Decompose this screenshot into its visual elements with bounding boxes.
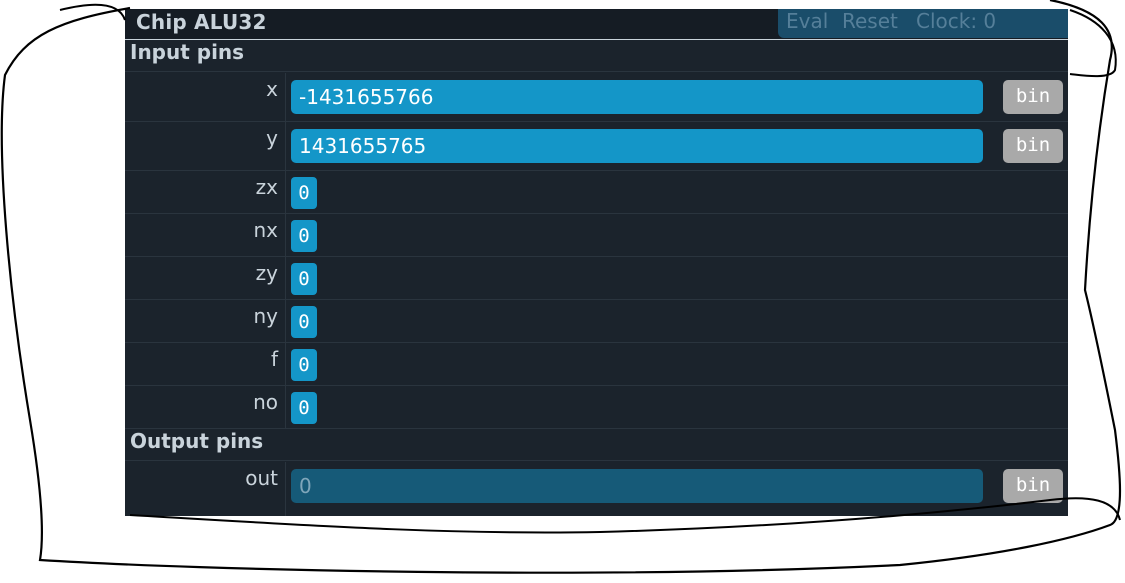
pin-row-y: y 1431655765 bin	[125, 122, 1068, 171]
bit-toggle-zx[interactable]: 0	[291, 177, 317, 209]
pin-row-no: no 0	[125, 386, 1068, 429]
sim-toolbar: Eval Reset Clock: 0	[778, 9, 1068, 38]
chip-panel: Chip ALU32 Eval Reset Clock: 0 Input pin…	[125, 9, 1068, 516]
chip-title: Chip ALU32	[136, 10, 267, 34]
pin-row-nx: nx 0	[125, 214, 1068, 257]
bin-toggle-y[interactable]: bin	[1003, 129, 1063, 163]
eval-button[interactable]: Eval	[786, 9, 828, 33]
bit-toggle-ny[interactable]: 0	[291, 306, 317, 338]
pin-name: nx	[253, 218, 278, 242]
divider	[285, 171, 286, 213]
pin-name: no	[253, 390, 278, 414]
pin-name: y	[266, 126, 278, 150]
pin-name: out	[245, 466, 278, 490]
pin-name: ny	[253, 304, 278, 328]
divider	[285, 73, 286, 121]
pin-row-ny: ny 0	[125, 300, 1068, 343]
divider	[285, 122, 286, 170]
pin-name: x	[266, 77, 278, 101]
divider	[285, 214, 286, 256]
bit-toggle-nx[interactable]: 0	[291, 220, 317, 252]
divider	[285, 343, 286, 385]
pin-value-out: 0	[291, 469, 983, 503]
bit-toggle-no[interactable]: 0	[291, 392, 317, 424]
pin-value-y[interactable]: 1431655765	[291, 129, 983, 163]
bin-toggle-out[interactable]: bin	[1003, 469, 1063, 503]
divider	[285, 300, 286, 342]
pin-name: f	[270, 347, 278, 371]
input-pins-heading: Input pins	[125, 40, 1068, 72]
pin-row-zy: zy 0	[125, 257, 1068, 300]
pin-row-out: out 0 bin	[125, 462, 1068, 516]
pin-row-zx: zx 0	[125, 171, 1068, 214]
clock-readout: Clock: 0	[916, 9, 997, 33]
divider	[285, 462, 286, 516]
pin-row-x: x -1431655766 bin	[125, 73, 1068, 122]
chip-header: Chip ALU32 Eval Reset Clock: 0	[125, 9, 1068, 40]
divider	[285, 386, 286, 428]
pin-row-f: f 0	[125, 343, 1068, 386]
bin-toggle-x[interactable]: bin	[1003, 80, 1063, 114]
pin-name: zy	[255, 261, 278, 285]
pin-value-x[interactable]: -1431655766	[291, 80, 983, 114]
reset-button[interactable]: Reset	[842, 9, 898, 33]
bit-toggle-f[interactable]: 0	[291, 349, 317, 381]
bit-toggle-zy[interactable]: 0	[291, 263, 317, 295]
divider	[285, 257, 286, 299]
output-pins-heading: Output pins	[125, 429, 1068, 461]
pin-name: zx	[255, 175, 278, 199]
